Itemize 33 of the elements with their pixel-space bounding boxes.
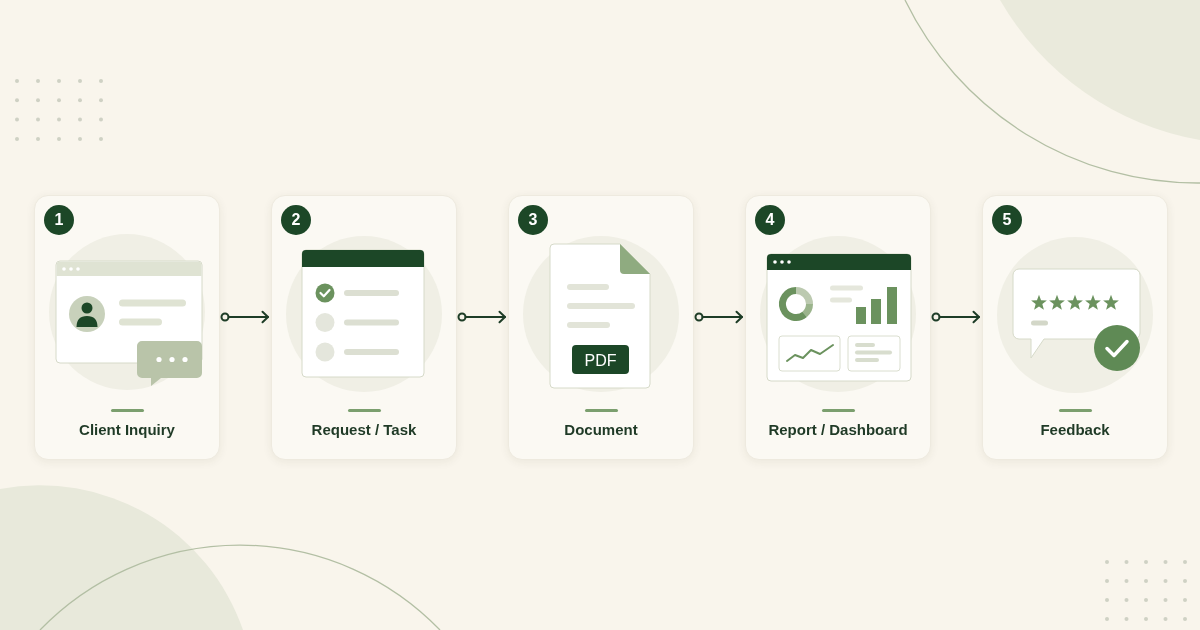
star-icon bbox=[1049, 294, 1065, 310]
star-icon bbox=[1085, 294, 1101, 310]
chart-bar bbox=[871, 299, 881, 324]
step-number: 5 bbox=[992, 205, 1022, 235]
chat-bubble-icon bbox=[137, 341, 202, 386]
text-panel-drawing bbox=[847, 335, 901, 372]
step-label: Request / Task bbox=[311, 421, 417, 439]
accent-line bbox=[110, 409, 144, 412]
star-icon bbox=[1067, 294, 1083, 310]
step-number: 3 bbox=[518, 205, 548, 235]
connector-arrow bbox=[694, 310, 743, 324]
step-label: Feedback bbox=[1040, 421, 1110, 439]
pdf-label: PDF bbox=[572, 345, 629, 374]
step-number: 2 bbox=[281, 205, 311, 235]
chart-bar bbox=[887, 287, 897, 324]
star-icon bbox=[1031, 294, 1047, 310]
connector-arrow bbox=[931, 310, 980, 324]
accent-line bbox=[584, 409, 618, 412]
step-label: Document bbox=[564, 421, 638, 439]
line-chart-drawing bbox=[778, 335, 841, 372]
accent-line bbox=[1058, 409, 1092, 412]
step-number: 1 bbox=[44, 205, 74, 235]
step-label: Client Inquiry bbox=[79, 421, 175, 439]
connector-arrow bbox=[457, 310, 506, 324]
connector-arrow bbox=[220, 310, 269, 324]
chart-bar bbox=[856, 307, 866, 324]
accent-line bbox=[347, 409, 381, 412]
step-label: Report / Dashboard bbox=[768, 421, 908, 439]
star-icon bbox=[1103, 294, 1119, 310]
accent-line bbox=[821, 409, 855, 412]
check-circle-icon bbox=[1094, 325, 1140, 371]
step-number: 4 bbox=[755, 205, 785, 235]
user-avatar-icon bbox=[69, 296, 105, 332]
